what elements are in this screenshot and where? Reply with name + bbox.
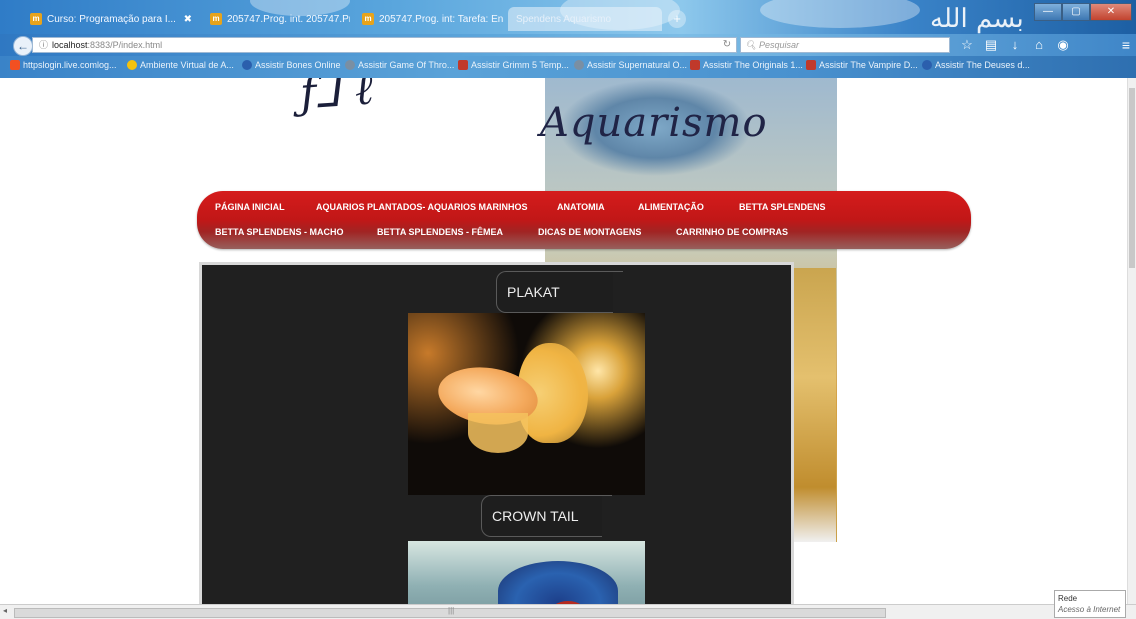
info-icon[interactable]: ⓘ	[39, 40, 48, 50]
search-placeholder: Pesquisar	[758, 40, 799, 50]
windows-icon	[10, 60, 20, 70]
menu-item-aquarios[interactable]: AQUARIOS PLANTADOS- AQUARIOS MARINHOS	[316, 202, 528, 212]
new-tab-button[interactable]: +	[668, 10, 686, 28]
scroll-left-icon[interactable]: ◂	[3, 606, 7, 615]
logo-decoration: ƒ⅃ ℓ	[298, 78, 375, 120]
menu-item-pagina-inicial[interactable]: PÁGINA INICIAL	[215, 202, 285, 212]
menu-item-carrinho[interactable]: CARRINHO DE COMPRAS	[676, 227, 788, 237]
menu-item-betta-macho[interactable]: BETTA SPLENDENS - MACHO	[215, 227, 344, 237]
section-heading: CROWN TAIL	[481, 495, 612, 537]
minimize-button[interactable]: —	[1034, 3, 1062, 21]
browser-tab[interactable]: m 205747.Prog. int: Tarefa: En... ✖	[354, 7, 504, 31]
url-path: :8383/P/index.html	[87, 40, 163, 50]
bookmark-label: Assistir Supernatural O...	[587, 60, 688, 70]
bookmark-star-icon[interactable]: ☆	[958, 36, 976, 54]
menu-item-dicas-montagens[interactable]: DICAS DE MONTAGENS	[538, 227, 641, 237]
site-icon	[690, 60, 700, 70]
site-icon	[458, 60, 468, 70]
browser-tab[interactable]: m Curso: Programação para I... ✖	[22, 7, 200, 31]
tab-label: Spendens Aquarismo	[516, 13, 612, 25]
bookmark-label: Assistir The Deuses d...	[935, 60, 1030, 70]
bookmark-item[interactable]: Assistir Bones Online	[242, 60, 341, 70]
status-subtitle: Acesso à Internet	[1058, 605, 1121, 614]
bookmark-item[interactable]: Assistir Grimm 5 Temp...	[458, 60, 569, 70]
network-status-tooltip: Rede Acesso à Internet	[1054, 590, 1126, 618]
bookmark-label: Assistir Game Of Thro...	[358, 60, 455, 70]
browser-tab-active[interactable]: Spendens Aquarismo	[508, 7, 662, 31]
scrollbar-thumb[interactable]	[1129, 88, 1135, 268]
bookmark-item[interactable]: Ambiente Virtual de A...	[127, 60, 234, 70]
globe-icon	[127, 60, 137, 70]
content-panel: PLAKAT CROWN TAIL	[199, 262, 794, 605]
menu-icon[interactable]: ≡	[1122, 36, 1130, 54]
back-button[interactable]: ←	[13, 36, 33, 56]
download-icon[interactable]: ↓	[1006, 36, 1024, 54]
moodle-icon: m	[30, 13, 42, 25]
reading-list-icon[interactable]: ▤	[982, 36, 1000, 54]
status-title: Rede	[1058, 594, 1078, 603]
site-icon	[345, 60, 355, 70]
bookmark-item[interactable]: Assistir Supernatural O...	[574, 60, 687, 70]
close-icon[interactable]: ✖	[184, 14, 192, 25]
tab-label: Curso: Programação para I...	[47, 13, 176, 25]
plakat-photo	[408, 313, 645, 495]
vertical-scrollbar[interactable]	[1127, 78, 1136, 605]
search-input[interactable]: 🔍︎ Pesquisar	[740, 37, 950, 53]
bookmark-item[interactable]: Assistir Game Of Thro...	[345, 60, 454, 70]
site-icon	[574, 60, 584, 70]
address-bar[interactable]: ⓘ localhost:8383/P/index.html	[32, 37, 737, 53]
home-icon[interactable]: ⌂	[1030, 36, 1048, 54]
section-heading: PLAKAT	[496, 271, 623, 313]
pocket-icon[interactable]: ◉	[1054, 36, 1072, 54]
menu-item-betta-splendens[interactable]: BETTA SPLENDENS	[739, 202, 826, 212]
horizontal-scrollbar[interactable]: ◂ |||	[0, 604, 1136, 619]
toolbar-icons: ☆ ▤ ↓ ⌂ ◉	[958, 36, 1072, 54]
bookmark-label: Assistir Bones Online	[255, 60, 341, 70]
tab-label: 205747.Prog. int: Tarefa: En...	[379, 13, 504, 25]
navigation-toolbar: ← ⓘ localhost:8383/P/index.html ↻ 🔍︎ Pesq…	[0, 34, 1136, 56]
bookmark-label: httpslogin.live.comlog...	[23, 60, 117, 70]
moodle-icon: m	[210, 13, 222, 25]
site-logo: Aquarismo	[540, 100, 768, 146]
site-icon	[806, 60, 816, 70]
bookmark-item[interactable]: Assistir The Originals 1...	[690, 60, 803, 70]
web-page: ƒ⅃ ℓ Aquarismo PÁGINA INICIAL AQUARIOS P…	[0, 78, 1128, 605]
close-window-button[interactable]: ✕	[1090, 3, 1132, 21]
decorative-calligraphy: بسم الله	[930, 4, 1024, 34]
bookmark-label: Assistir The Vampire D...	[819, 60, 918, 70]
moodle-icon: m	[362, 13, 374, 25]
main-menu: PÁGINA INICIAL AQUARIOS PLANTADOS- AQUAR…	[197, 191, 971, 249]
url-host: localhost	[52, 40, 88, 50]
menu-item-betta-femea[interactable]: BETTA SPLENDENS - FÊMEA	[377, 227, 503, 237]
site-icon	[922, 60, 932, 70]
grip-icon: |||	[448, 606, 455, 615]
browser-titlebar: m Curso: Programação para I... ✖ m 20574…	[0, 0, 1136, 34]
menu-item-alimentacao[interactable]: ALIMENTAÇÃO	[638, 202, 704, 212]
site-icon	[242, 60, 252, 70]
fish-fin-shape	[498, 561, 618, 605]
bookmark-label: Ambiente Virtual de A...	[140, 60, 234, 70]
bookmarks-bar: httpslogin.live.comlog... Ambiente Virtu…	[0, 56, 1136, 78]
fish-fin-shape	[468, 413, 528, 453]
maximize-button[interactable]: ▢	[1062, 3, 1090, 21]
bookmark-label: Assistir Grimm 5 Temp...	[471, 60, 569, 70]
menu-item-anatomia[interactable]: ANATOMIA	[557, 202, 605, 212]
bookmark-item[interactable]: httpslogin.live.comlog...	[10, 60, 117, 70]
browser-tab[interactable]: m 205747.Prog. int. 205747.Pr... ✖	[202, 7, 350, 31]
search-icon: 🔍︎	[745, 40, 757, 50]
bookmark-item[interactable]: Assistir The Vampire D...	[806, 60, 918, 70]
crowntail-photo	[408, 541, 645, 605]
bookmark-item[interactable]: Assistir The Deuses d...	[922, 60, 1030, 70]
tab-label: 205747.Prog. int. 205747.Pr...	[227, 13, 350, 25]
window-controls: — ▢ ✕	[1034, 3, 1132, 21]
reload-icon[interactable]: ↻	[717, 37, 737, 53]
bookmark-label: Assistir The Originals 1...	[703, 60, 803, 70]
